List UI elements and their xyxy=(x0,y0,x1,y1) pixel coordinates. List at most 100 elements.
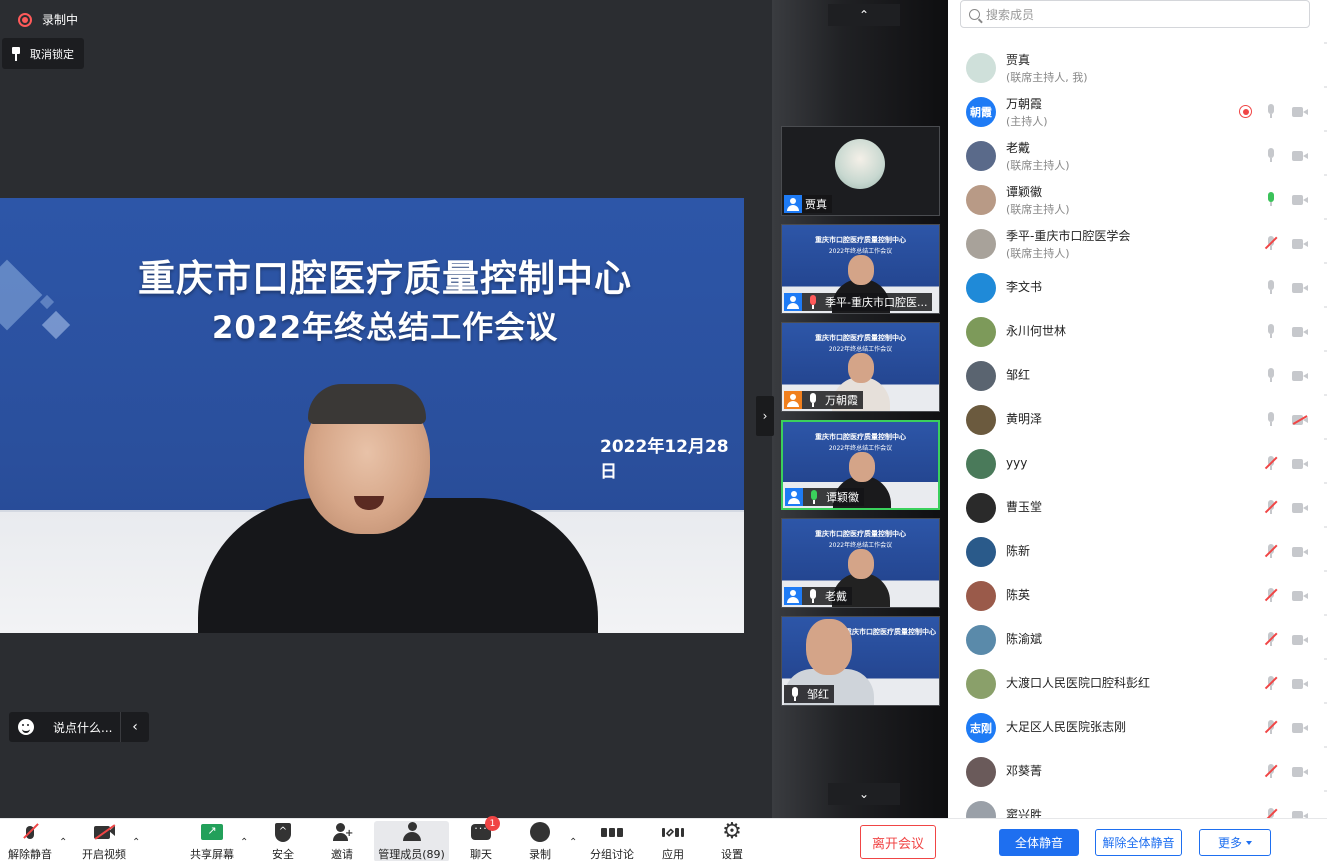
mic-speaking-icon[interactable] xyxy=(1266,192,1276,207)
member-info: 曹玉堂 xyxy=(1006,499,1042,516)
member-row[interactable]: 李文书 xyxy=(948,266,1324,310)
share-screen-button[interactable]: 共享屏幕 xyxy=(188,821,236,861)
member-row[interactable]: 谭颖徽 (联席主持人) xyxy=(948,178,1324,222)
member-row[interactable]: 贾真 (联席主持人, 我) xyxy=(948,46,1324,90)
mic-muted-icon[interactable] xyxy=(1264,544,1278,559)
camera-icon[interactable] xyxy=(1292,634,1308,645)
chevron-up-icon[interactable]: ⌃ xyxy=(569,837,577,848)
unmute-button[interactable]: 解除静音 xyxy=(6,821,54,861)
camera-icon[interactable] xyxy=(1292,106,1308,117)
member-name: 大足区人民医院张志刚 xyxy=(1006,720,1127,734)
camera-icon[interactable] xyxy=(1292,766,1308,777)
search-input[interactable]: 搜索成员 xyxy=(960,0,1310,28)
unpin-button[interactable]: 取消锁定 xyxy=(2,38,84,69)
member-row[interactable]: 邓葵菁 xyxy=(948,750,1324,794)
security-button[interactable]: 安全 xyxy=(266,821,300,861)
recording-indicator[interactable]: 录制中 xyxy=(18,11,78,28)
member-row[interactable]: 季平-重庆市口腔医学会 (联席主持人) xyxy=(948,222,1324,266)
mic-muted-icon[interactable] xyxy=(1264,456,1278,471)
mic-muted-icon[interactable] xyxy=(1264,236,1278,251)
apps-icon xyxy=(662,821,684,843)
member-name: 邓葵菁 xyxy=(1006,764,1043,778)
video-tile[interactable]: 重庆市口腔医疗质量控制中心 邹红 xyxy=(781,616,940,706)
member-status-icons xyxy=(1264,456,1308,471)
camera-off-icon[interactable] xyxy=(1292,414,1308,425)
mic-icon[interactable] xyxy=(1266,104,1276,119)
recording-icon[interactable] xyxy=(1239,105,1252,118)
camera-icon[interactable] xyxy=(1292,370,1308,381)
video-tile[interactable]: 重庆市口腔医疗质量控制中心 2022年终总结工作会议 万朝霞 xyxy=(781,322,940,412)
camera-icon[interactable] xyxy=(1292,238,1308,249)
camera-icon[interactable] xyxy=(1292,546,1308,557)
mic-muted-icon[interactable] xyxy=(1264,764,1278,779)
start-video-button[interactable]: 开启视频 xyxy=(78,821,130,861)
mic-speaking-icon xyxy=(807,489,821,505)
camera-icon[interactable] xyxy=(1292,722,1308,733)
settings-button[interactable]: 设置 xyxy=(717,821,747,861)
start-video-label: 开启视频 xyxy=(82,848,126,861)
member-row[interactable]: 朝霞 万朝霞 (主持人) xyxy=(948,90,1324,134)
member-row[interactable]: 陈渝斌 xyxy=(948,618,1324,662)
gallery-scroll-up-button[interactable]: ⌃ xyxy=(828,4,900,26)
camera-icon[interactable] xyxy=(1292,150,1308,161)
mic-muted-icon[interactable] xyxy=(1264,500,1278,515)
unmute-all-button[interactable]: 解除全体静音 xyxy=(1095,829,1182,856)
mic-muted-icon[interactable] xyxy=(1264,720,1278,735)
member-list[interactable]: 贾真 (联席主持人, 我) 朝霞 万朝霞 (主持人) 老戴 (联席主持人) 谭颖徽 (联席主持人… xyxy=(948,46,1324,818)
manage-members-button[interactable]: 管理成员(89) xyxy=(374,821,449,861)
member-row[interactable]: 陈英 xyxy=(948,574,1324,618)
mic-icon[interactable] xyxy=(1266,324,1276,339)
mic-icon[interactable] xyxy=(1266,280,1276,295)
member-row[interactable]: 老戴 (联席主持人) xyxy=(948,134,1324,178)
mic-icon[interactable] xyxy=(1266,368,1276,383)
camera-icon[interactable] xyxy=(1292,458,1308,469)
camera-icon[interactable] xyxy=(1292,810,1308,818)
mic-muted-icon[interactable] xyxy=(1264,808,1278,818)
chevron-left-icon[interactable]: ‹ xyxy=(121,712,149,742)
member-status-icons xyxy=(1264,632,1308,647)
member-row[interactable]: 黄明泽 xyxy=(948,398,1324,442)
quick-chat-input[interactable]: 说点什么... xyxy=(53,719,120,736)
chevron-up-icon[interactable]: ⌃ xyxy=(132,837,140,848)
member-row[interactable]: 永川何世林 xyxy=(948,310,1324,354)
mic-muted-icon[interactable] xyxy=(1264,632,1278,647)
camera-icon[interactable] xyxy=(1292,502,1308,513)
chevron-up-icon[interactable]: ⌃ xyxy=(240,837,248,848)
emoji-icon[interactable] xyxy=(18,719,34,735)
member-row[interactable]: 志刚 大足区人民医院张志刚 xyxy=(948,706,1324,750)
mic-icon[interactable] xyxy=(1266,412,1276,427)
member-row[interactable]: 邹红 xyxy=(948,354,1324,398)
camera-icon[interactable] xyxy=(1292,194,1308,205)
more-button[interactable]: 更多 xyxy=(1199,829,1271,856)
video-tile-active-speaker[interactable]: 重庆市口腔医疗质量控制中心 2022年终总结工作会议 谭颖徽 xyxy=(781,420,940,510)
camera-icon[interactable] xyxy=(1292,678,1308,689)
member-row[interactable]: yyy xyxy=(948,442,1324,486)
video-tile[interactable]: 贾真 xyxy=(781,126,940,216)
camera-icon[interactable] xyxy=(1292,326,1308,337)
chevron-up-icon[interactable]: ⌃ xyxy=(59,837,67,848)
member-row[interactable]: 窦兴胜 xyxy=(948,794,1324,818)
record-button[interactable]: 录制 xyxy=(525,821,555,861)
camera-icon[interactable] xyxy=(1292,282,1308,293)
member-status-icons xyxy=(1266,148,1308,163)
host-role-icon xyxy=(784,587,802,605)
video-tile[interactable]: 重庆市口腔医疗质量控制中心 2022年终总结工作会议 季平-重庆市口腔医... xyxy=(781,224,940,314)
chat-button[interactable]: ··· 1 聊天 xyxy=(466,816,500,861)
mic-icon[interactable] xyxy=(1266,148,1276,163)
member-row[interactable]: 大渡口人民医院口腔科彭红 xyxy=(948,662,1324,706)
breakout-rooms-button[interactable]: 分组讨论 xyxy=(588,821,636,861)
collapse-gallery-button[interactable]: › xyxy=(756,396,774,436)
mute-all-button[interactable]: 全体静音 xyxy=(999,829,1079,856)
member-row[interactable]: 曹玉堂 xyxy=(948,486,1324,530)
member-row[interactable]: 陈新 xyxy=(948,530,1324,574)
camera-icon[interactable] xyxy=(1292,590,1308,601)
member-status-icons xyxy=(1264,808,1308,818)
mic-muted-icon[interactable] xyxy=(1264,676,1278,691)
mic-muted-icon[interactable] xyxy=(1264,588,1278,603)
leave-meeting-button[interactable]: 离开会议 xyxy=(860,825,936,859)
gallery-scroll-down-button[interactable]: ⌄ xyxy=(828,783,900,805)
invite-button[interactable]: + 邀请 xyxy=(325,821,359,861)
apps-button[interactable]: 应用 xyxy=(658,821,688,861)
video-tile[interactable]: 重庆市口腔医疗质量控制中心 2022年终总结工作会议 老戴 xyxy=(781,518,940,608)
quick-chat-bar[interactable]: 说点什么... ‹ xyxy=(9,712,149,742)
